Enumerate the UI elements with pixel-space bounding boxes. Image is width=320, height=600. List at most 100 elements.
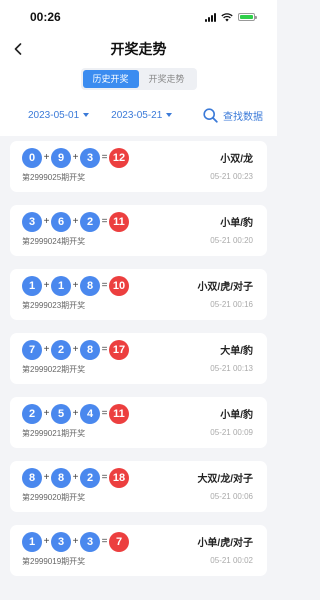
tab-trend[interactable]: 开奖走势 (139, 70, 195, 88)
sum-ball: 12 (109, 147, 129, 168)
draw-period: 第2999025期开奖 (22, 173, 86, 182)
equals-sign: = (101, 472, 108, 483)
segmented-control: 历史开奖 开奖走势 (80, 68, 197, 90)
draw-numbers: 0 + 9 + 3 = 12 (22, 147, 253, 168)
draw-result: 小双/虎/对子 (197, 282, 253, 293)
plus-sign: + (72, 536, 79, 547)
wifi-icon (221, 12, 233, 21)
draw-card[interactable]: 3 + 6 + 2 = 11 小单/豹 第2999024期开奖 05-21 00… (10, 205, 267, 256)
sum-ball: 18 (109, 467, 129, 488)
number-ball: 4 (80, 403, 100, 424)
plus-sign: + (43, 216, 50, 227)
search-icon (203, 107, 218, 123)
draw-card[interactable]: 7 + 2 + 8 = 17 大单/豹 第2999022期开奖 05-21 00… (10, 333, 267, 384)
number-ball: 2 (51, 339, 71, 360)
search-data-label: 查找数据 (223, 111, 263, 123)
number-ball: 3 (22, 211, 42, 232)
end-date-label: 2023-05-21 (111, 109, 163, 121)
draw-time: 05-21 00:06 (210, 492, 253, 501)
sum-ball: 11 (109, 211, 129, 232)
number-ball: 3 (51, 531, 71, 552)
sum-ball: 10 (109, 275, 129, 296)
draw-card[interactable]: 0 + 9 + 3 = 12 小双/龙 第2999025期开奖 05-21 00… (10, 141, 267, 192)
plus-sign: + (72, 408, 79, 419)
draw-time: 05-21 00:13 (210, 364, 253, 373)
plus-sign: + (72, 280, 79, 291)
number-ball: 6 (51, 211, 71, 232)
number-ball: 7 (22, 339, 42, 360)
draw-result: 小单/豹 (220, 218, 253, 229)
number-ball: 9 (51, 147, 71, 168)
plus-sign: + (43, 536, 50, 547)
tab-bar: 历史开奖 开奖走势 (0, 64, 277, 94)
number-ball: 1 (22, 275, 42, 296)
tab-history[interactable]: 历史开奖 (82, 70, 139, 88)
draw-list: 0 + 9 + 3 = 12 小双/龙 第2999025期开奖 05-21 00… (0, 136, 277, 576)
draw-period: 第2999022期开奖 (22, 365, 86, 374)
search-data-button[interactable]: 查找数据 (203, 107, 263, 123)
status-icons (205, 12, 257, 22)
draw-time: 05-21 00:23 (210, 172, 253, 181)
number-ball: 2 (22, 403, 42, 424)
start-date-picker[interactable]: 2023-05-01 (28, 109, 90, 121)
back-button[interactable] (10, 40, 26, 58)
draw-result: 小双/龙 (220, 154, 253, 165)
draw-period: 第2999021期开奖 (22, 429, 86, 438)
draw-result: 大双/龙/对子 (197, 474, 253, 485)
plus-sign: + (43, 408, 50, 419)
draw-time: 05-21 00:20 (210, 236, 253, 245)
draw-period: 第2999019期开奖 (22, 557, 86, 566)
draw-period: 第2999020期开奖 (22, 493, 86, 502)
draw-result: 大单/豹 (220, 346, 253, 357)
number-ball: 1 (22, 531, 42, 552)
draw-card[interactable]: 1 + 1 + 8 = 10 小双/虎/对子 第2999023期开奖 05-21… (10, 269, 267, 320)
plus-sign: + (43, 344, 50, 355)
start-date-label: 2023-05-01 (28, 109, 80, 121)
status-time: 00:26 (30, 10, 61, 24)
draw-result: 小单/虎/对子 (197, 538, 253, 549)
equals-sign: = (101, 216, 108, 227)
plus-sign: + (43, 472, 50, 483)
end-date-picker[interactable]: 2023-05-21 (111, 109, 173, 121)
plus-sign: + (72, 216, 79, 227)
number-ball: 8 (80, 339, 100, 360)
number-ball: 8 (22, 467, 42, 488)
signal-icon (205, 12, 216, 22)
number-ball: 8 (51, 467, 71, 488)
number-ball: 5 (51, 403, 71, 424)
number-ball: 3 (80, 531, 100, 552)
equals-sign: = (101, 408, 108, 419)
draw-period: 第2999024期开奖 (22, 237, 86, 246)
draw-result: 小单/豹 (220, 410, 253, 421)
draw-card[interactable]: 1 + 3 + 3 = 7 小单/虎/对子 第2999019期开奖 05-21 … (10, 525, 267, 576)
draw-period: 第2999023期开奖 (22, 301, 86, 310)
number-ball: 0 (22, 147, 42, 168)
number-ball: 3 (80, 147, 100, 168)
plus-sign: + (72, 344, 79, 355)
sum-ball: 11 (109, 403, 129, 424)
battery-icon (238, 13, 257, 21)
number-ball: 2 (80, 467, 100, 488)
draw-numbers: 2 + 5 + 4 = 11 (22, 403, 253, 424)
number-ball: 2 (80, 211, 100, 232)
draw-card[interactable]: 2 + 5 + 4 = 11 小单/豹 第2999021期开奖 05-21 00… (10, 397, 267, 448)
chevron-left-icon (14, 43, 22, 55)
equals-sign: = (101, 280, 108, 291)
equals-sign: = (101, 536, 108, 547)
caret-down-icon (83, 113, 90, 117)
draw-card[interactable]: 8 + 8 + 2 = 18 大双/龙/对子 第2999020期开奖 05-21… (10, 461, 267, 512)
filter-bar: 2023-05-01 2023-05-21 查找数据 (0, 94, 277, 136)
draw-time: 05-21 00:09 (210, 428, 253, 437)
caret-down-icon (166, 113, 173, 117)
equals-sign: = (101, 152, 108, 163)
plus-sign: + (43, 280, 50, 291)
status-bar: 00:26 (0, 0, 277, 34)
equals-sign: = (101, 344, 108, 355)
draw-numbers: 7 + 2 + 8 = 17 (22, 339, 253, 360)
number-ball: 8 (80, 275, 100, 296)
plus-sign: + (43, 152, 50, 163)
plus-sign: + (72, 152, 79, 163)
draw-time: 05-21 00:16 (210, 300, 253, 309)
draw-numbers: 3 + 6 + 2 = 11 (22, 211, 253, 232)
number-ball: 1 (51, 275, 71, 296)
